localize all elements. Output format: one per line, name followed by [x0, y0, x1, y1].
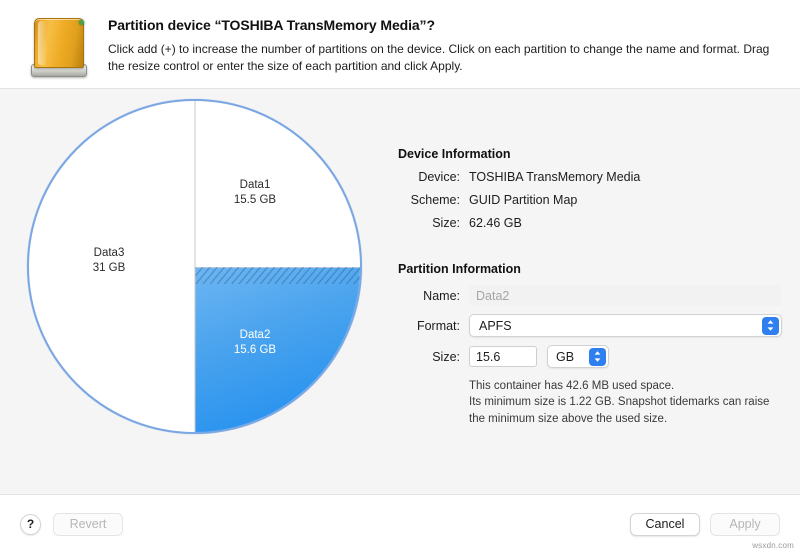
partition-size-label: Size: — [432, 349, 460, 364]
format-row: Format: APFS — [398, 314, 782, 337]
device-size-value: 62.46 GB — [469, 216, 522, 230]
dialog-body: Data1 15.5 GB Data3 31 GB Data2 15.6 GB … — [0, 89, 800, 553]
format-select-wrap[interactable]: APFS — [469, 314, 782, 337]
info-pane: Device Information Device: TOSHIBA Trans… — [390, 89, 800, 494]
device-information-title: Device Information — [398, 147, 511, 161]
name-label: Name: — [423, 288, 460, 303]
help-button[interactable]: ? — [20, 513, 41, 535]
size-unit-wrap[interactable]: GB — [547, 345, 609, 368]
partition-chart-pane: Data1 15.5 GB Data3 31 GB Data2 15.6 GB … — [0, 89, 390, 553]
device-row: Device: TOSHIBA TransMemory Media — [398, 170, 782, 184]
size-row: Size: 62.46 GB — [398, 216, 782, 230]
partition-information-title: Partition Information — [398, 262, 521, 276]
help-text-line-1: This container has 42.6 MB used space. — [469, 380, 675, 392]
device-size-label: Size: — [432, 216, 460, 230]
device-value: TOSHIBA TransMemory Media — [469, 170, 641, 184]
dialog-description: Click add (+) to increase the number of … — [108, 42, 770, 74]
apply-button[interactable]: Apply — [710, 512, 780, 536]
partition-pie-chart[interactable]: Data1 15.5 GB Data3 31 GB Data2 15.6 GB — [27, 99, 362, 434]
pie-slice-data2[interactable] — [194, 266, 360, 432]
cancel-button[interactable]: Cancel — [630, 512, 700, 536]
format-label: Format: — [416, 318, 460, 333]
pie-divider-vertical — [194, 101, 195, 432]
device-label: Device: — [418, 170, 460, 184]
footer-actions: Cancel Apply — [630, 512, 780, 536]
size-input-row: Size: GB — [398, 345, 782, 368]
drive-body — [34, 18, 84, 68]
chevron-updown-icon[interactable] — [762, 316, 779, 335]
partition-name-input[interactable] — [469, 285, 782, 306]
help-text-line-2: Its minimum size is 1.22 GB. Snapshot ti… — [469, 396, 770, 409]
scheme-label: Scheme: — [410, 193, 460, 207]
header-text-block: Partition device “TOSHIBA TransMemory Me… — [108, 14, 778, 75]
partition-size-input[interactable] — [469, 346, 537, 367]
chevron-updown-icon[interactable] — [589, 347, 606, 366]
partition-resize-control[interactable] — [194, 266, 360, 284]
watermark: wsxdn.com — [752, 541, 794, 550]
pie-circle — [27, 99, 362, 434]
partition-dialog: Partition device “TOSHIBA TransMemory Me… — [0, 0, 800, 553]
scheme-value: GUID Partition Map — [469, 193, 578, 207]
revert-button[interactable]: Revert — [53, 512, 123, 536]
format-select[interactable]: APFS — [469, 314, 782, 337]
drive-led-icon — [79, 20, 84, 25]
dialog-footer: ? Revert Cancel Apply wsxdn.com — [0, 495, 800, 553]
dialog-header: Partition device “TOSHIBA TransMemory Me… — [0, 0, 800, 89]
external-drive-icon — [28, 16, 90, 80]
dialog-title: Partition device “TOSHIBA TransMemory Me… — [108, 17, 435, 33]
name-row: Name: — [398, 285, 782, 306]
scheme-row: Scheme: GUID Partition Map — [398, 193, 782, 207]
partition-help-text: This container has 42.6 MB used space. I… — [469, 378, 782, 427]
help-text-line-3: the minimum size above the used size. — [469, 412, 668, 425]
